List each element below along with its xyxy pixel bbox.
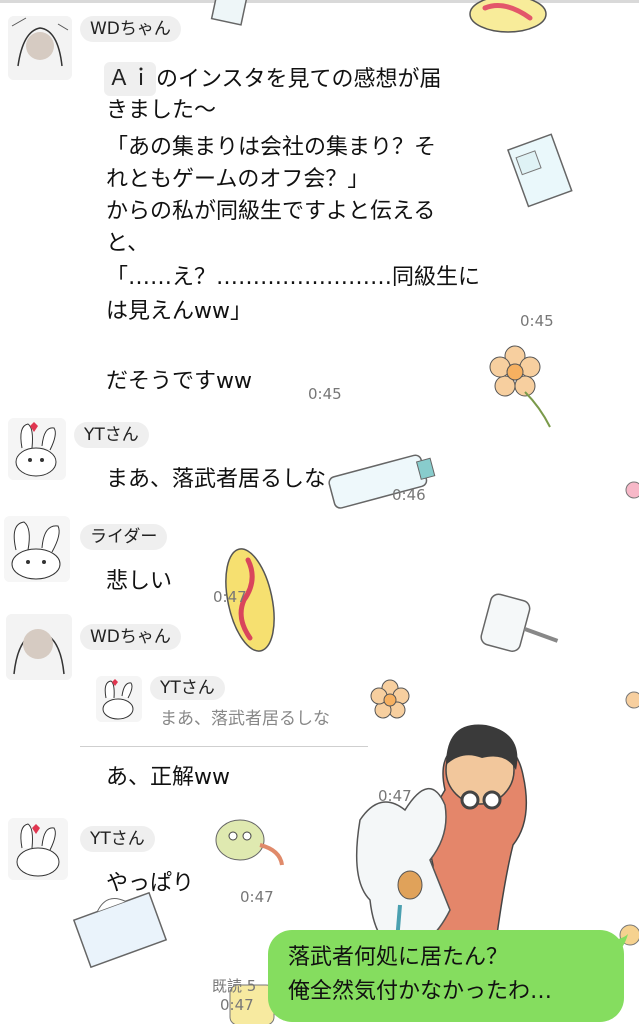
message-line: れともゲームのオフ会？」 bbox=[106, 167, 370, 192]
sender-name: YTさん bbox=[74, 422, 149, 448]
message-time: 0:47 bbox=[220, 996, 254, 1014]
message-time: 0:47 bbox=[213, 588, 247, 606]
sender-name: ライダー bbox=[80, 524, 168, 550]
my-message-line: 落武者何処に居たん？ bbox=[288, 945, 509, 970]
avatar-bunny-icon bbox=[8, 418, 66, 480]
avatar[interactable] bbox=[8, 818, 68, 880]
message-text: まあ、落武者居るしな bbox=[106, 467, 327, 492]
message-text: だそうですww bbox=[106, 369, 252, 394]
avatar-bunny-icon bbox=[4, 516, 70, 582]
avatar[interactable] bbox=[8, 16, 72, 80]
avatar-bunny-icon bbox=[8, 818, 68, 880]
message-time: 0:45 bbox=[520, 312, 554, 330]
message-line: きました〜 bbox=[106, 98, 217, 123]
sender-name: WDちゃん bbox=[80, 16, 181, 42]
message-line: のインスタを見ての感想が届 bbox=[156, 67, 442, 92]
quoted-reply[interactable]: YTさん まあ、落武者居るしな bbox=[80, 668, 368, 747]
avatar-bunny-icon bbox=[96, 676, 142, 722]
quote-text: まあ、落武者居るしな bbox=[160, 709, 330, 729]
my-message-line: 俺全然気付かなかったわ… bbox=[288, 979, 553, 1004]
avatar-sketch-icon bbox=[8, 16, 72, 80]
avatar-sketch-icon bbox=[6, 614, 72, 680]
quote-avatar bbox=[96, 676, 142, 722]
avatar[interactable] bbox=[6, 614, 72, 680]
message-time: 0:45 bbox=[308, 385, 342, 403]
message-line: 「あの集まりは会社の集まり？そ bbox=[106, 135, 437, 160]
message-time: 0:47 bbox=[378, 787, 412, 805]
message-text: 悲しい bbox=[106, 569, 173, 594]
read-receipt: 既読 5 bbox=[212, 977, 257, 995]
message-line: からの私が同級生ですよと伝える bbox=[106, 199, 436, 224]
message-line: 「……え？……………………同級生に bbox=[106, 265, 481, 290]
message-text: あ、正解ww bbox=[106, 765, 230, 790]
message-text: やっぱり bbox=[106, 871, 195, 896]
avatar[interactable] bbox=[4, 516, 70, 582]
sender-name: WDちゃん bbox=[80, 624, 181, 650]
sender-name: YTさん bbox=[80, 826, 155, 852]
avatar[interactable] bbox=[8, 418, 66, 480]
message-line: と、 bbox=[106, 231, 150, 256]
message-time: 0:46 bbox=[392, 486, 426, 504]
message-time: 0:47 bbox=[240, 888, 274, 906]
quote-sender: YTさん bbox=[150, 676, 225, 700]
ai-mention-chip: Ａｉ bbox=[104, 62, 157, 96]
message-line: は見えんww」 bbox=[106, 299, 252, 324]
